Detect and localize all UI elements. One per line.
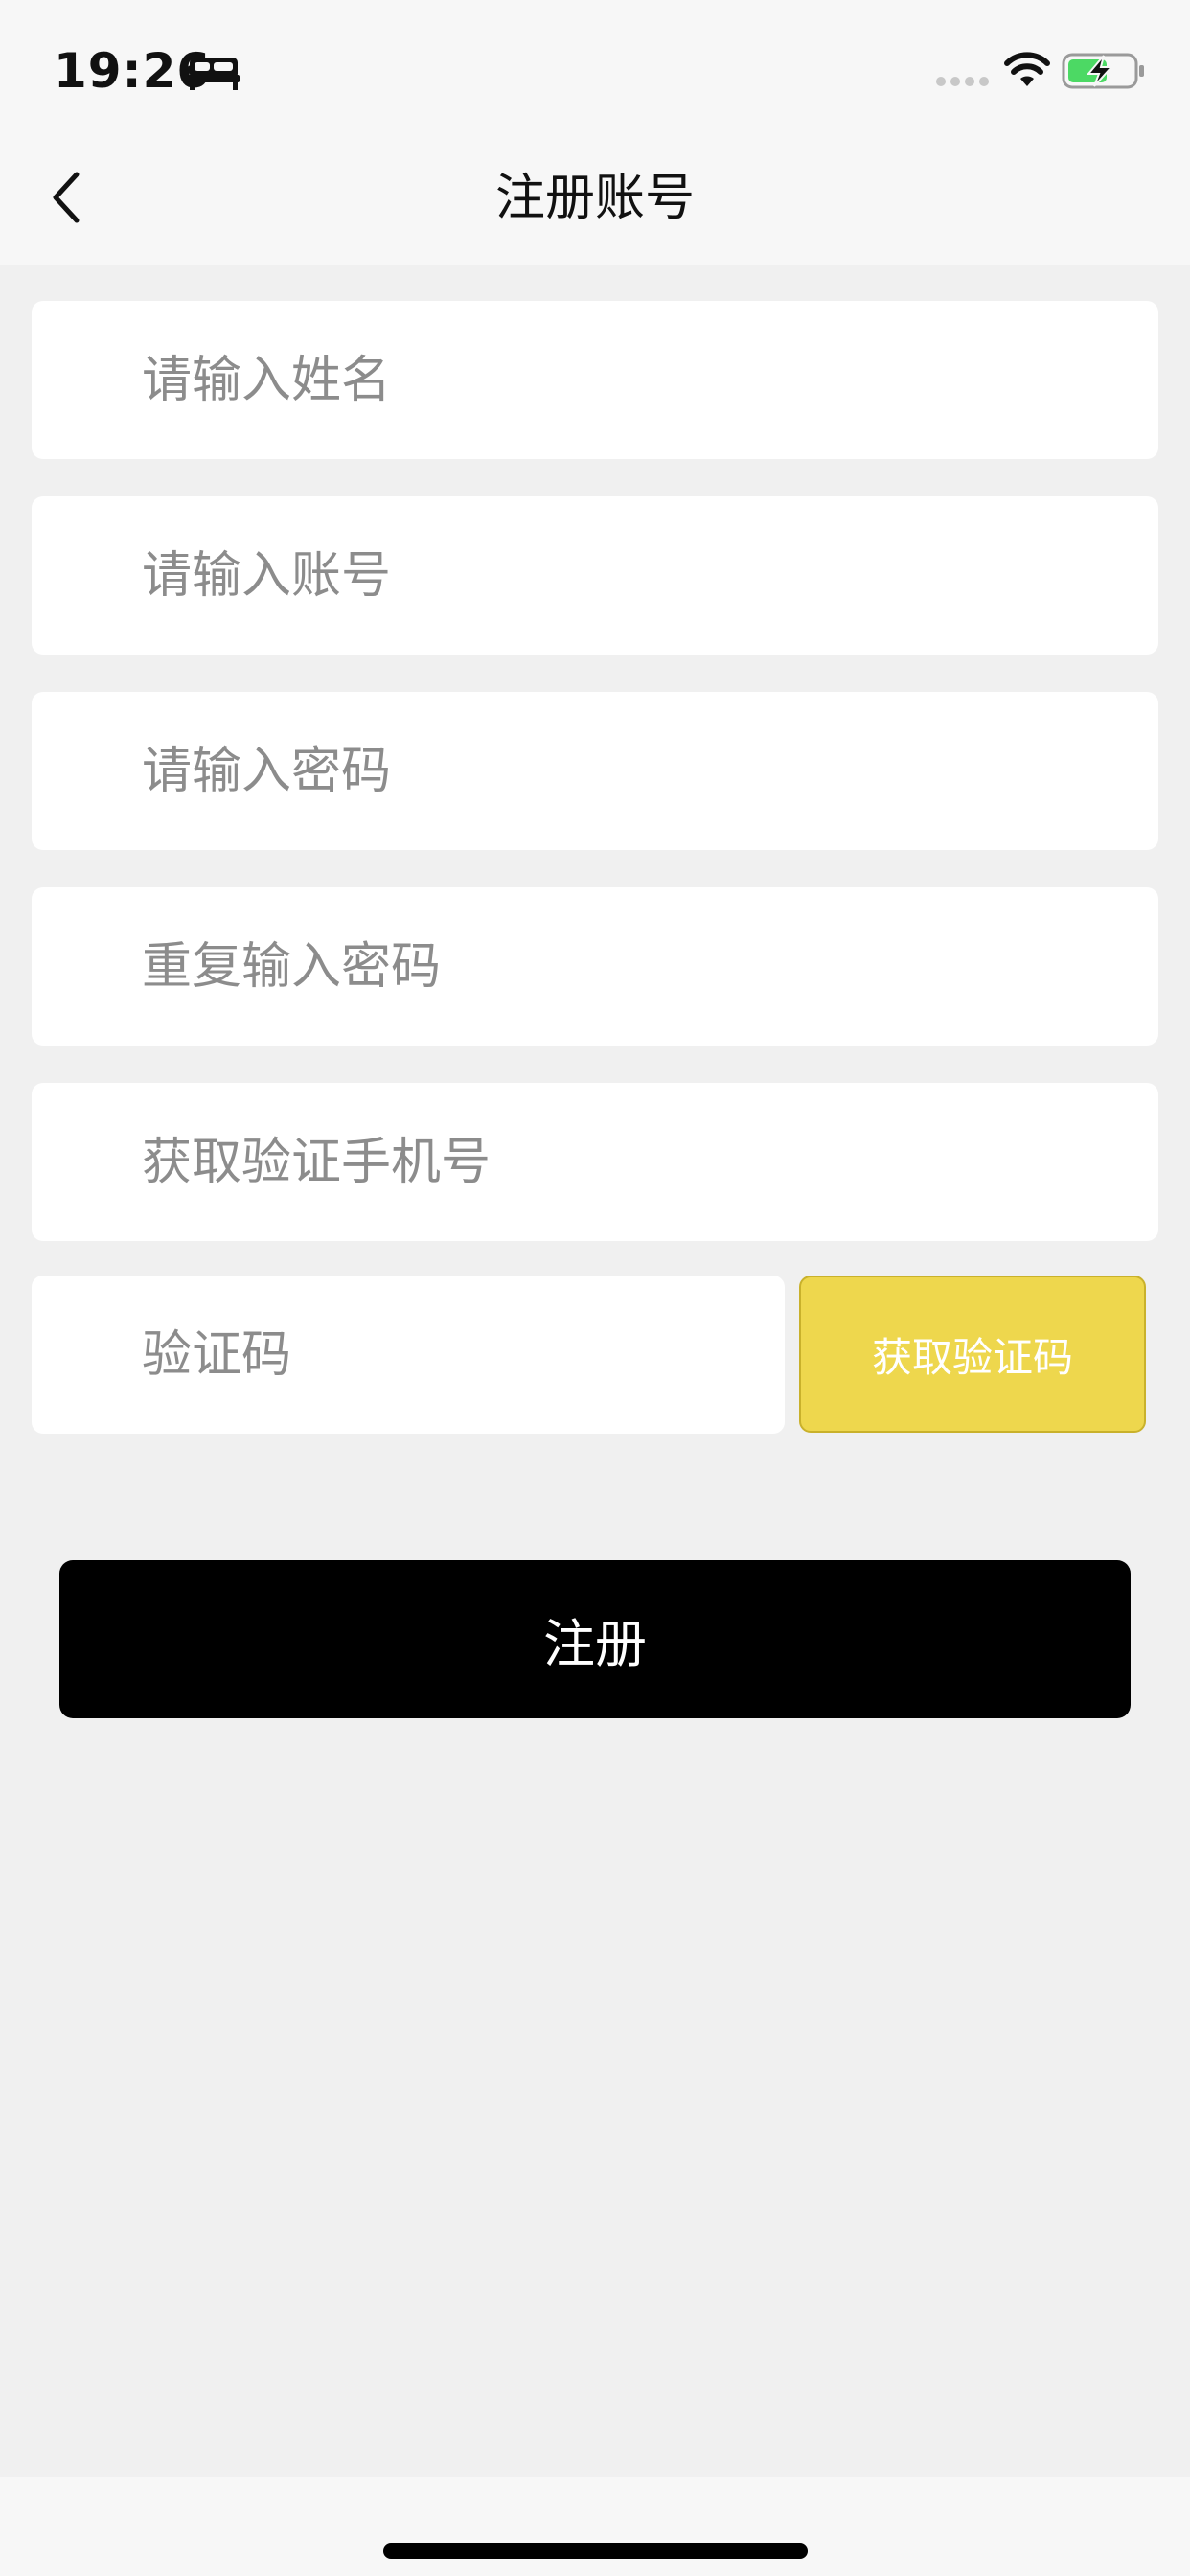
home-bar-area [0, 2477, 1190, 2576]
register-button[interactable]: 注册 [59, 1560, 1131, 1718]
wifi-icon [1004, 52, 1050, 86]
account-field[interactable] [32, 496, 1158, 655]
get-verification-code-button[interactable]: 获取验证码 [799, 1276, 1146, 1433]
status-bar: 19:26 [0, 0, 1190, 134]
verification-code-input[interactable] [142, 1276, 755, 1434]
password-input[interactable] [142, 692, 1100, 850]
phone-field[interactable] [32, 1083, 1158, 1241]
verification-code-field[interactable] [32, 1276, 785, 1434]
account-input[interactable] [142, 496, 1100, 655]
repeat-password-input[interactable] [142, 887, 1100, 1046]
repeat-password-field[interactable] [32, 887, 1158, 1046]
name-input[interactable] [142, 301, 1100, 459]
name-field[interactable] [32, 301, 1158, 459]
signal-icon [936, 77, 989, 86]
battery-charging-icon [1062, 53, 1144, 89]
password-field[interactable] [32, 692, 1158, 850]
navigation-bar: 注册账号 [0, 134, 1190, 264]
phone-input[interactable] [142, 1083, 1100, 1241]
home-indicator [383, 2543, 808, 2559]
bed-icon [188, 58, 240, 90]
page-title: 注册账号 [494, 170, 695, 227]
